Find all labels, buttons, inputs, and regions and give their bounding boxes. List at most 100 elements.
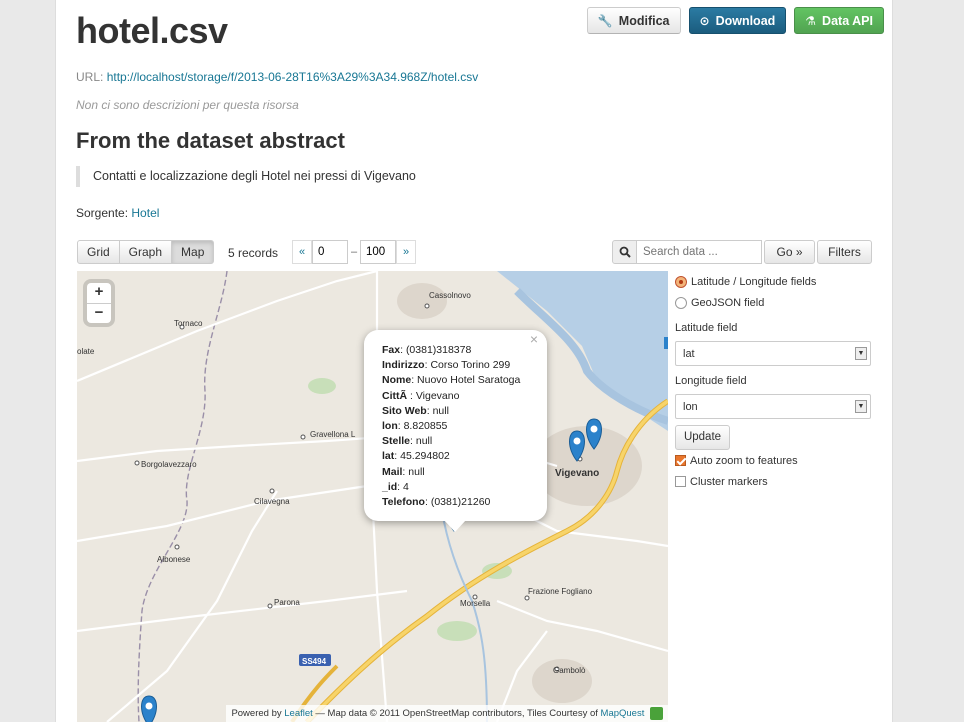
attribution-powered: Powered by bbox=[231, 708, 282, 720]
download-button[interactable]: ⊙ Download bbox=[688, 7, 787, 34]
page-title: hotel.csv bbox=[76, 10, 228, 51]
pager-to-input[interactable] bbox=[360, 240, 396, 264]
popup-field-value: (0381)21260 bbox=[430, 496, 491, 509]
map-view-button[interactable]: Map bbox=[171, 240, 215, 264]
place-label-6: Albonese bbox=[157, 555, 191, 564]
mapquest-logo-icon bbox=[650, 707, 663, 720]
popup-field-key: lon bbox=[382, 420, 398, 433]
place-label-0: Cassolnovo bbox=[429, 291, 471, 300]
popup-field-row: Nome: Nuovo Hotel Saratoga bbox=[382, 374, 521, 387]
popup-field-key: lat bbox=[382, 450, 395, 463]
view-switcher: Grid Graph Map bbox=[77, 240, 215, 264]
popup-field-key: Telefono bbox=[382, 496, 425, 509]
latlon-radio-label: Latitude / Longitude fields bbox=[691, 275, 817, 288]
cluster-label: Cluster markers bbox=[690, 475, 768, 488]
road-shield-label: SS494 bbox=[302, 657, 327, 666]
geojson-radio[interactable] bbox=[675, 296, 687, 309]
popup-field-value: Corso Torino 299 bbox=[430, 359, 511, 372]
place-label-4: Cilavegna bbox=[254, 497, 290, 506]
popup-field-row: CittÃ : Vigevano bbox=[382, 389, 460, 402]
graph-view-button[interactable]: Graph bbox=[118, 240, 173, 264]
mapquest-link[interactable]: MapQuest bbox=[601, 708, 645, 719]
longitude-field-select[interactable]: lon ▼ bbox=[675, 394, 871, 419]
place-label-2: Gravellona L bbox=[310, 430, 356, 439]
auto-zoom-label: Auto zoom to features bbox=[690, 454, 798, 467]
popup-fields: Fax: (0381)318378 Indirizzo: Corso Torino… bbox=[382, 343, 529, 510]
search-input[interactable] bbox=[637, 240, 762, 264]
data-api-button[interactable]: ⚗ Data API bbox=[794, 7, 884, 34]
popup-field-key: Nome bbox=[382, 374, 412, 387]
search-icon bbox=[612, 240, 637, 264]
zoom-control: + − bbox=[87, 283, 111, 323]
popup-field-value: null bbox=[415, 435, 433, 448]
popup-field-value: 4 bbox=[403, 480, 409, 493]
popup-field-key: Indirizzo bbox=[382, 359, 425, 372]
geojson-radio-row[interactable]: GeoJSON field bbox=[675, 292, 874, 313]
cluster-row[interactable]: Cluster markers bbox=[675, 471, 874, 492]
filters-button[interactable]: Filters bbox=[817, 240, 872, 264]
pager-next-button[interactable]: » bbox=[396, 240, 416, 264]
source-line: Sorgente: Hotel bbox=[76, 206, 159, 220]
popup-field-row: lat: 45.294802 bbox=[382, 450, 450, 463]
auto-zoom-checkbox[interactable] bbox=[675, 455, 686, 466]
longitude-field-value: lon bbox=[683, 400, 698, 413]
cluster-checkbox[interactable] bbox=[675, 476, 686, 487]
popup-field-row: Sito Web: null bbox=[382, 404, 449, 417]
flask-icon: ⚗ bbox=[805, 13, 817, 28]
popup-field-key: Sito Web bbox=[382, 404, 427, 417]
popup-field-row: Mail: null bbox=[382, 465, 425, 478]
chevron-down-icon: ▼ bbox=[855, 347, 867, 360]
popup-field-key: Stelle bbox=[382, 435, 411, 448]
chevron-down-icon: ▼ bbox=[855, 400, 867, 413]
map-marker-icon bbox=[141, 695, 157, 722]
popup-field-row: lon: 8.820855 bbox=[382, 420, 448, 433]
popup-field-row: Stelle: null bbox=[382, 435, 433, 448]
map-view[interactable]: Cassolnovo Tornaco Gravellona L Borgolav… bbox=[77, 271, 668, 722]
popup-field-value: null bbox=[408, 465, 425, 478]
popup-field-row: Fax: (0381)318378 bbox=[382, 344, 472, 356]
source-link[interactable]: Hotel bbox=[131, 206, 159, 220]
zoom-out-button[interactable]: − bbox=[87, 303, 111, 323]
longitude-field-label: Longitude field bbox=[675, 375, 747, 387]
source-label: Sorgente: bbox=[76, 206, 129, 220]
url-link[interactable]: http://localhost/storage/f/2013-06-28T16… bbox=[107, 70, 479, 84]
place-label-1: Tornaco bbox=[174, 319, 203, 328]
popup-tip bbox=[444, 520, 466, 532]
abstract-quote: Contatti e localizzazione degli Hotel ne… bbox=[76, 166, 416, 187]
grid-view-button[interactable]: Grid bbox=[77, 240, 120, 264]
record-count: 5 records bbox=[228, 246, 279, 260]
popup-field-row: _id: 4 bbox=[382, 480, 409, 493]
update-button[interactable]: Update bbox=[675, 425, 730, 450]
latitude-field-label: Latitude field bbox=[675, 322, 738, 334]
search-box bbox=[612, 240, 762, 264]
edit-button[interactable]: 🔧 Modifica bbox=[586, 7, 681, 34]
latitude-field-select[interactable]: lat ▼ bbox=[675, 341, 871, 366]
place-label-10: Gambolò bbox=[553, 666, 586, 675]
resource-url: URL: http://localhost/storage/f/2013-06-… bbox=[76, 70, 478, 84]
url-label: URL: bbox=[76, 70, 104, 84]
latlon-radio[interactable] bbox=[675, 275, 687, 288]
zoom-in-button[interactable]: + bbox=[87, 283, 111, 303]
popup-field-row: Indirizzo: Corso Torino 299 bbox=[382, 359, 511, 372]
attribution-text: — Map data © 2011 OpenStreetMap contribu… bbox=[315, 708, 598, 720]
popup-field-value: 8.820855 bbox=[403, 420, 448, 433]
geojson-radio-label: GeoJSON field bbox=[691, 296, 765, 309]
map-settings-panel: Latitude / Longitude fields GeoJSON fiel… bbox=[675, 271, 874, 492]
wrench-icon: 🔧 bbox=[597, 13, 613, 28]
popup-field-value: 45.294802 bbox=[400, 450, 450, 463]
auto-zoom-row[interactable]: Auto zoom to features bbox=[675, 450, 874, 471]
leaflet-link[interactable]: Leaflet bbox=[284, 708, 313, 719]
popup-field-key: CittÃ bbox=[382, 389, 410, 402]
download-icon: ⊙ bbox=[699, 13, 710, 28]
popup-field-key: Fax bbox=[382, 344, 401, 356]
popup-field-key: _id bbox=[382, 480, 398, 493]
go-button[interactable]: Go » bbox=[764, 240, 815, 264]
pager-prev-button[interactable]: « bbox=[292, 240, 312, 264]
popup-close-icon[interactable]: × bbox=[530, 331, 538, 347]
place-label-5: Vigevano bbox=[555, 468, 599, 479]
abstract-heading: From the dataset abstract bbox=[76, 128, 345, 153]
latlon-radio-row[interactable]: Latitude / Longitude fields bbox=[675, 271, 874, 292]
pager-from-input[interactable] bbox=[312, 240, 348, 264]
edit-button-label: Modifica bbox=[618, 13, 670, 28]
popup-field-value: Nuovo Hotel Saratoga bbox=[417, 374, 521, 387]
